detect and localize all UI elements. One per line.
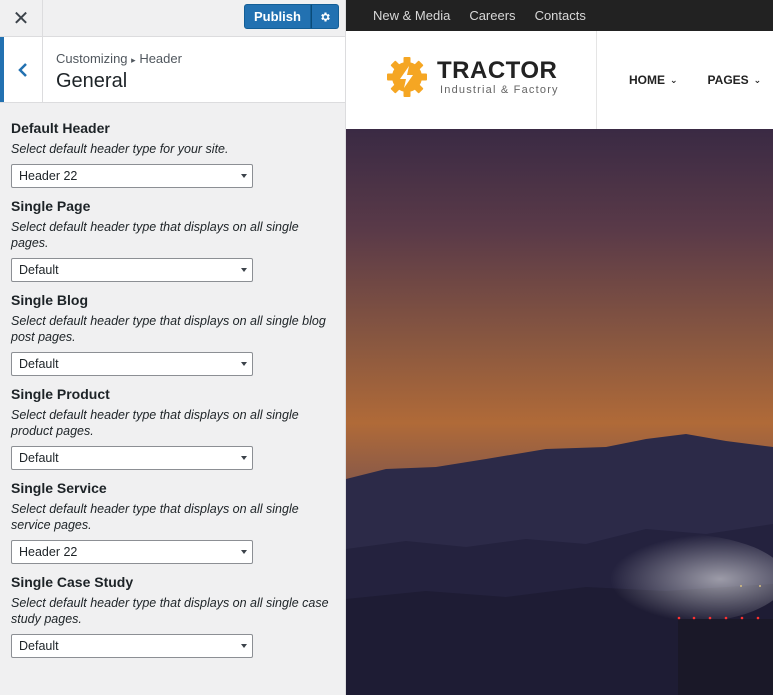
chevron-down-icon — [241, 174, 247, 178]
control-description: Select default header type that displays… — [11, 408, 299, 438]
control-title: Default Header — [11, 120, 110, 136]
site-logo[interactable]: TRACTOR Industrial & Factory — [385, 55, 559, 99]
top-nav-contacts[interactable]: Contacts — [535, 8, 586, 23]
nav-home[interactable]: HOME ⌄ — [629, 73, 678, 87]
breadcrumb: Customizing ▸ Header — [56, 51, 182, 66]
control-single-product: Single Product Select default header typ… — [11, 386, 334, 470]
top-nav-news-media[interactable]: New & Media — [373, 8, 450, 23]
control-description: Select default header type that displays… — [11, 314, 326, 344]
single-blog-select[interactable]: Default — [11, 352, 253, 376]
logo-name: TRACTOR — [437, 57, 558, 84]
control-single-page: Single Page Select default header type t… — [11, 198, 334, 282]
control-title: Single Product — [11, 386, 110, 402]
chevron-down-icon — [241, 644, 247, 648]
section-header: Customizing ▸ Header General — [0, 37, 345, 103]
select-value: Header 22 — [19, 545, 78, 559]
site-preview: New & Media Careers Contacts TRACTOR Ind… — [346, 0, 773, 695]
breadcrumb-separator: ▸ — [131, 55, 136, 65]
breadcrumb-child: Header — [139, 51, 182, 66]
single-product-select[interactable]: Default — [11, 446, 253, 470]
gear-icon[interactable] — [310, 4, 339, 29]
control-title: Single Page — [11, 198, 91, 214]
chevron-down-icon — [241, 362, 247, 366]
chevron-left-icon[interactable] — [0, 37, 43, 102]
chevron-down-icon — [241, 550, 247, 554]
header-divider — [596, 31, 597, 129]
select-value: Default — [19, 263, 59, 277]
logo-tagline: Industrial & Factory — [440, 84, 559, 96]
single-case-study-select[interactable]: Default — [11, 634, 253, 658]
control-single-blog: Single Blog Select default header type t… — [11, 292, 334, 376]
control-description: Select default header type that displays… — [11, 220, 299, 250]
control-title: Single Service — [11, 480, 107, 496]
customizer-panel: ✕ Publish Customizing ▸ Header General D… — [0, 0, 346, 695]
breadcrumb-parent: Customizing — [56, 51, 128, 66]
top-nav: New & Media Careers Contacts — [346, 0, 773, 31]
publish-button[interactable]: Publish — [244, 4, 311, 29]
select-value: Header 22 — [19, 169, 78, 183]
close-icon[interactable]: ✕ — [0, 0, 43, 36]
control-title: Single Case Study — [11, 574, 134, 590]
hero-image — [346, 129, 773, 695]
single-page-select[interactable]: Default — [11, 258, 253, 282]
default-header-select[interactable]: Header 22 — [11, 164, 253, 188]
control-single-case-study: Single Case Study Select default header … — [11, 574, 334, 658]
single-service-select[interactable]: Header 22 — [11, 540, 253, 564]
control-default-header: Default Header Select default header typ… — [11, 120, 334, 188]
control-description: Select default header type that displays… — [11, 502, 299, 532]
chevron-down-icon — [241, 456, 247, 460]
control-description: Select default header type for your site… — [11, 142, 229, 156]
control-title: Single Blog — [11, 292, 88, 308]
gear-bolt-icon — [387, 57, 427, 97]
chevron-down-icon: ⌄ — [670, 74, 678, 85]
select-value: Default — [19, 639, 59, 653]
control-single-service: Single Service Select default header typ… — [11, 480, 334, 564]
chevron-down-icon — [241, 268, 247, 272]
select-value: Default — [19, 357, 59, 371]
section-title: General — [56, 70, 128, 92]
nav-pages[interactable]: PAGES ⌄ — [708, 73, 762, 87]
controls-list: Default Header Select default header typ… — [0, 103, 345, 658]
nav-pages-label: PAGES — [707, 73, 749, 87]
main-nav: HOME ⌄ PAGES ⌄ — [629, 73, 761, 87]
site-header: TRACTOR Industrial & Factory HOME ⌄ PAGE… — [346, 31, 773, 129]
top-nav-careers[interactable]: Careers — [469, 8, 515, 23]
nav-home-label: HOME — [629, 73, 665, 87]
chevron-down-icon: ⌄ — [753, 74, 762, 85]
select-value: Default — [19, 451, 59, 465]
control-description: Select default header type that displays… — [11, 596, 329, 626]
publish-group: Publish — [244, 4, 339, 29]
customizer-topbar: ✕ Publish — [0, 0, 345, 37]
